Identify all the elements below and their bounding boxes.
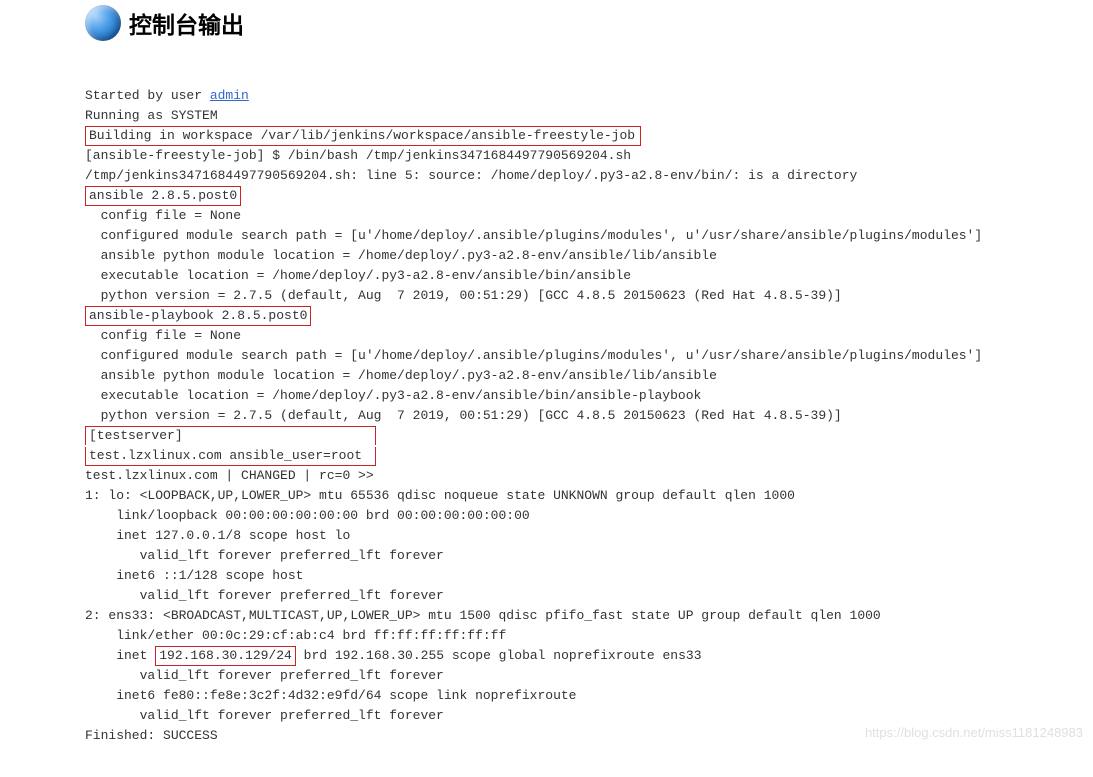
console-line: Finished: SUCCESS: [85, 728, 218, 743]
started-by-text: Started by user: [85, 88, 210, 103]
console-line: valid_lft forever preferred_lft forever: [85, 548, 444, 563]
console-line: 2: ens33: <BROADCAST,MULTICAST,UP,LOWER_…: [85, 608, 881, 623]
console-ball-icon: [85, 5, 121, 41]
console-line: python version = 2.7.5 (default, Aug 7 2…: [85, 288, 842, 303]
console-line: ansible python module location = /home/d…: [85, 368, 717, 383]
console-line: /tmp/jenkins3471684497790569204.sh: line…: [85, 168, 857, 183]
console-line: inet6 fe80::fe8e:3c2f:4d32:e9fd/64 scope…: [85, 688, 584, 703]
console-line: brd 192.168.30.255 scope global noprefix…: [296, 648, 702, 663]
console-line: configured module search path = [u'/home…: [85, 348, 982, 363]
console-line: inet6 ::1/128 scope host: [85, 568, 311, 583]
console-line: inet: [85, 648, 155, 663]
console-line: valid_lft forever preferred_lft forever: [85, 668, 444, 683]
highlight-testserver-b: test.lzxlinux.com ansible_user=root: [85, 447, 376, 466]
console-line: [ansible-freestyle-job] $ /bin/bash /tmp…: [85, 148, 631, 163]
console-line: 1: lo: <LOOPBACK,UP,LOWER_UP> mtu 65536 …: [85, 488, 795, 503]
console-line: config file = None: [85, 208, 241, 223]
highlight-ansible-playbook-version: ansible-playbook 2.8.5.post0: [85, 306, 311, 326]
console-line: Running as SYSTEM: [85, 108, 218, 123]
console-line: valid_lft forever preferred_lft forever: [85, 708, 444, 723]
highlight-ansible-version: ansible 2.8.5.post0: [85, 186, 241, 206]
console-line: link/ether 00:0c:29:cf:ab:c4 brd ff:ff:f…: [85, 628, 506, 643]
console-line: test.lzxlinux.com | CHANGED | rc=0 >>: [85, 468, 374, 483]
console-line: inet 127.0.0.1/8 scope host lo: [85, 528, 350, 543]
console-line: executable location = /home/deploy/.py3-…: [85, 268, 631, 283]
highlight-workspace: Building in workspace /var/lib/jenkins/w…: [85, 126, 641, 146]
console-output: Started by user admin Running as SYSTEM …: [85, 66, 1093, 746]
watermark-text: https://blog.csdn.net/miss1181248983: [865, 725, 1083, 740]
console-line: valid_lft forever preferred_lft forever: [85, 588, 444, 603]
console-line: python version = 2.7.5 (default, Aug 7 2…: [85, 408, 842, 423]
highlight-testserver-a: [testserver]: [85, 426, 376, 445]
console-line: config file = None: [85, 328, 241, 343]
console-line: executable location = /home/deploy/.py3-…: [85, 388, 701, 403]
console-line: link/loopback 00:00:00:00:00:00 brd 00:0…: [85, 508, 530, 523]
user-link[interactable]: admin: [210, 88, 249, 103]
highlight-ip-address: 192.168.30.129/24: [155, 646, 296, 666]
page-header: 控制台输出: [85, 5, 1093, 41]
page-title: 控制台输出: [129, 6, 244, 40]
console-line: ansible python module location = /home/d…: [85, 248, 717, 263]
console-line: configured module search path = [u'/home…: [85, 228, 982, 243]
